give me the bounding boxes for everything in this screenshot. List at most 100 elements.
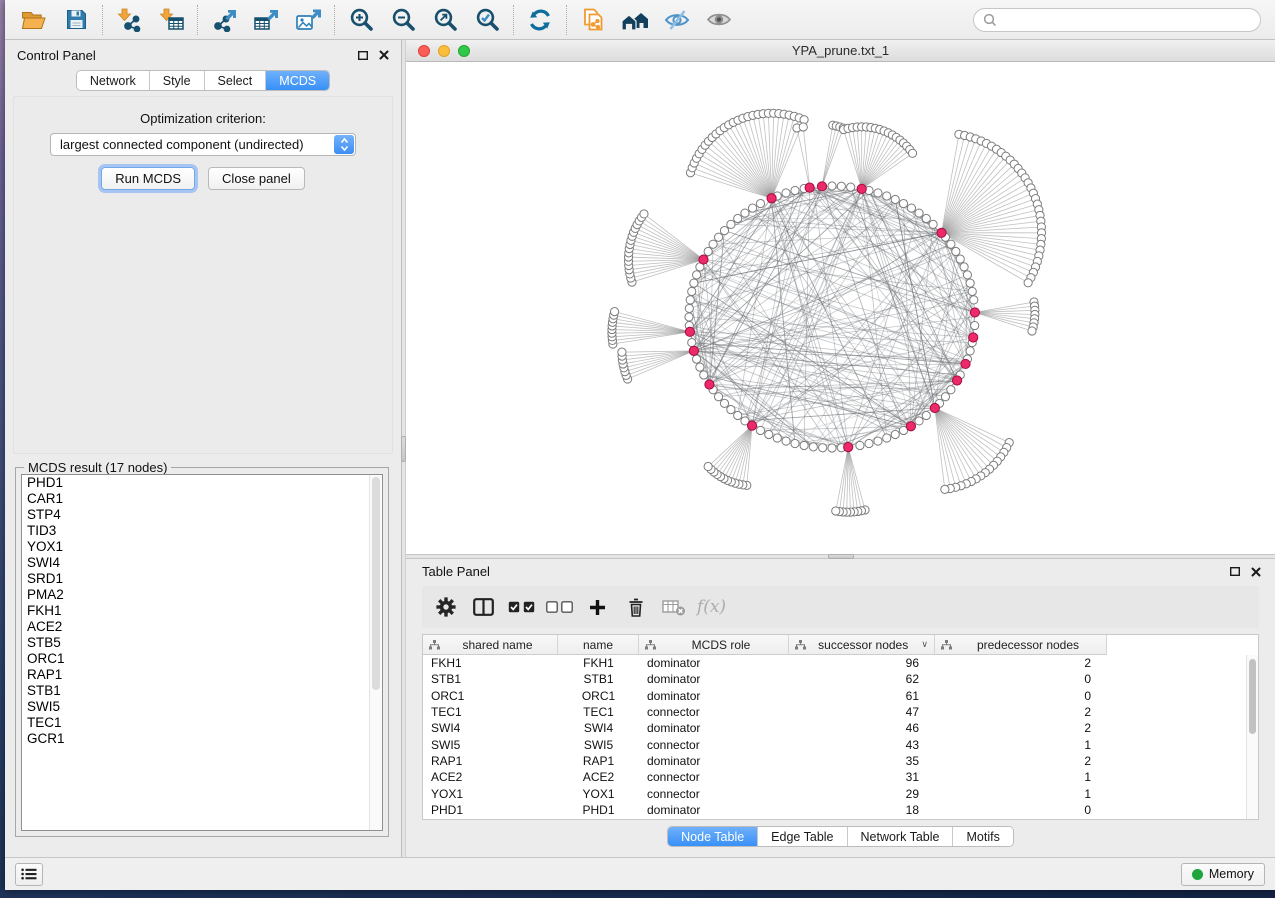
mcds-result-item[interactable]: SWI4	[22, 555, 382, 571]
network-node[interactable]	[610, 308, 618, 316]
network-node[interactable]	[704, 247, 712, 255]
network-node[interactable]	[734, 411, 742, 419]
network-node[interactable]	[791, 186, 799, 194]
import-table-button[interactable]	[150, 3, 192, 37]
deselect-all-rows-button[interactable]	[542, 591, 577, 623]
mcds-result-item[interactable]: STB5	[22, 635, 382, 651]
network-node[interactable]	[837, 182, 845, 190]
mcds-dominator-node[interactable]	[961, 359, 970, 368]
minimize-window-button[interactable]	[438, 45, 450, 57]
mcds-result-item[interactable]: SWI5	[22, 699, 382, 715]
column-header-name[interactable]: name	[558, 635, 639, 655]
network-node[interactable]	[791, 439, 799, 447]
close-mcds-panel-button[interactable]: Close panel	[208, 167, 305, 190]
export-network-button[interactable]	[203, 3, 245, 37]
mcds-result-item[interactable]: GCR1	[22, 731, 382, 747]
mcds-result-item[interactable]: STB1	[22, 683, 382, 699]
network-node[interactable]	[686, 296, 694, 304]
network-node[interactable]	[966, 279, 974, 287]
network-node[interactable]	[956, 255, 964, 263]
table-row[interactable]: SWI5SWI5connector431	[423, 736, 1246, 752]
column-header-shared-name[interactable]: shared name	[423, 635, 558, 655]
mcds-result-item[interactable]: RAP1	[22, 667, 382, 683]
network-node[interactable]	[734, 214, 742, 222]
network-node[interactable]	[765, 430, 773, 438]
mcds-result-item[interactable]: PHD1	[22, 475, 382, 491]
network-node[interactable]	[756, 426, 764, 434]
network-node[interactable]	[800, 441, 808, 449]
table-row[interactable]: TEC1TEC1connector472	[423, 704, 1246, 720]
network-node[interactable]	[847, 183, 855, 191]
network-node[interactable]	[908, 149, 916, 157]
network-node[interactable]	[809, 443, 817, 451]
table-settings-button[interactable]	[428, 591, 463, 623]
network-node[interactable]	[915, 209, 923, 217]
mcds-dominator-node[interactable]	[705, 380, 714, 389]
mcds-dominator-node[interactable]	[805, 183, 814, 192]
network-node[interactable]	[727, 406, 735, 414]
table-row[interactable]: STB1STB1dominator620	[423, 671, 1246, 687]
tab-network[interactable]: Network	[77, 71, 149, 90]
mcds-dominator-node[interactable]	[970, 308, 979, 317]
column-header-successor-nodes[interactable]: successor nodes∨	[789, 635, 935, 655]
close-panel-button[interactable]	[1251, 567, 1261, 577]
mcds-dominator-node[interactable]	[930, 403, 939, 412]
mcds-dominator-node[interactable]	[685, 327, 694, 336]
network-node[interactable]	[891, 195, 899, 203]
network-node[interactable]	[799, 123, 807, 131]
tab-node-table[interactable]: Node Table	[668, 827, 757, 846]
memory-button[interactable]: Memory	[1181, 863, 1265, 886]
table-row[interactable]: SWI4SWI4dominator462	[423, 720, 1246, 736]
mcds-result-item[interactable]: TID3	[22, 523, 382, 539]
table-row[interactable]: ACE2ACE2connector311	[423, 769, 1246, 785]
maximize-window-button[interactable]	[458, 45, 470, 57]
network-node[interactable]	[899, 199, 907, 207]
delete-rows-button[interactable]	[618, 591, 653, 623]
network-node[interactable]	[907, 204, 915, 212]
network-node[interactable]	[865, 439, 873, 447]
mcds-result-item[interactable]: YOX1	[22, 539, 382, 555]
network-node[interactable]	[782, 437, 790, 445]
column-header-mcds-role[interactable]: MCDS role	[639, 635, 789, 655]
mcds-result-item[interactable]: SRD1	[22, 571, 382, 587]
network-node[interactable]	[891, 430, 899, 438]
run-mcds-button[interactable]: Run MCDS	[101, 167, 195, 190]
network-node[interactable]	[720, 227, 728, 235]
network-node[interactable]	[773, 434, 781, 442]
import-network-button[interactable]	[108, 3, 150, 37]
network-node[interactable]	[960, 263, 968, 271]
network-node[interactable]	[832, 507, 840, 515]
network-node[interactable]	[828, 182, 836, 190]
float-panel-button[interactable]	[358, 51, 368, 60]
column-header-predecessor-nodes[interactable]: predecessor nodes	[935, 635, 1107, 655]
network-node[interactable]	[922, 411, 930, 419]
table-row[interactable]: PHD1PHD1dominator180	[423, 802, 1246, 818]
network-node[interactable]	[819, 444, 827, 452]
close-panel-button[interactable]	[379, 50, 389, 60]
network-node[interactable]	[688, 287, 696, 295]
mcds-dominator-node[interactable]	[969, 333, 978, 342]
table-row[interactable]: YOX1YOX1connector291	[423, 785, 1246, 801]
mcds-result-item[interactable]: PMA2	[22, 587, 382, 603]
network-node[interactable]	[700, 371, 708, 379]
mcds-result-item[interactable]: ACE2	[22, 619, 382, 635]
network-node[interactable]	[688, 338, 696, 346]
network-node[interactable]	[685, 304, 693, 312]
network-node[interactable]	[756, 199, 764, 207]
network-node[interactable]	[1028, 327, 1036, 335]
table-row[interactable]: RAP1RAP1dominator352	[423, 753, 1246, 769]
network-node[interactable]	[970, 296, 978, 304]
network-node[interactable]	[952, 247, 960, 255]
select-all-rows-button[interactable]	[504, 591, 539, 623]
mcds-result-item[interactable]: CAR1	[22, 491, 382, 507]
function-builder-button[interactable]: f(x)	[694, 591, 729, 623]
copy-network-button[interactable]	[572, 3, 614, 37]
network-graph[interactable]	[406, 62, 1275, 554]
zoom-fit-button[interactable]	[424, 3, 466, 37]
mcds-dominator-node[interactable]	[699, 255, 708, 264]
zoom-in-button[interactable]	[340, 3, 382, 37]
horizontal-splitter[interactable]	[406, 554, 1275, 559]
zoom-selected-button[interactable]	[466, 3, 508, 37]
network-node[interactable]	[922, 214, 930, 222]
delete-column-button[interactable]	[656, 591, 691, 623]
